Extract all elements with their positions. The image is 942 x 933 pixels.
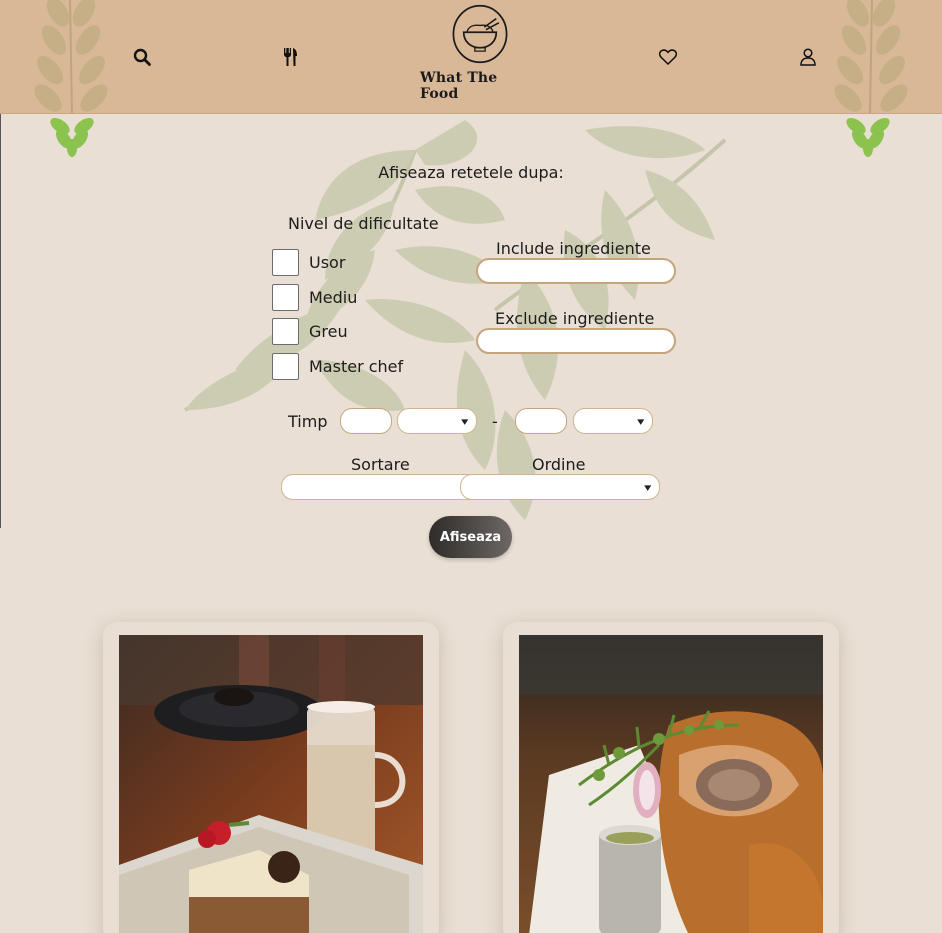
include-ingredients-label: Include ingrediente [496, 239, 651, 258]
difficulty-option-greu[interactable]: Greu [272, 317, 348, 345]
bowl-logo-icon [452, 4, 508, 64]
green-leaf-decoration [50, 118, 94, 157]
recipe-photo-roast [519, 635, 823, 933]
filter-title: Afiseaza retetele dupa: [378, 163, 564, 182]
difficulty-option-mediu[interactable]: Mediu [272, 283, 357, 311]
time-range-separator: - [492, 412, 498, 431]
time-max-unit-select[interactable]: ▾ [573, 408, 653, 434]
brand-logo[interactable]: What The Food [420, 4, 540, 102]
heart-icon[interactable] [656, 45, 680, 69]
time-min-unit-select[interactable]: ▾ [397, 408, 477, 434]
checkbox-usor[interactable] [272, 248, 299, 276]
search-icon[interactable] [130, 45, 154, 69]
checkbox-mediu[interactable] [272, 283, 299, 311]
utensils-icon[interactable] [278, 45, 302, 69]
leaf-decoration [34, 0, 108, 113]
time-min-input[interactable] [340, 408, 392, 434]
site-header: What The Food [0, 0, 942, 114]
difficulty-option-master-chef[interactable]: Master chef [272, 352, 403, 380]
time-max-input[interactable] [515, 408, 567, 434]
checkbox-greu[interactable] [272, 317, 299, 345]
sort-select[interactable] [281, 474, 481, 500]
exclude-ingredients-label: Exclude ingrediente [495, 309, 655, 328]
include-ingredients-input[interactable] [476, 258, 676, 284]
checkbox-master-chef[interactable] [272, 352, 299, 380]
time-label: Timp [288, 412, 328, 431]
show-recipes-button[interactable]: Afiseaza [429, 516, 512, 558]
difficulty-option-usor[interactable]: Usor [272, 248, 345, 276]
exclude-ingredients-input[interactable] [476, 328, 676, 354]
recipe-photo-dessert [119, 635, 423, 933]
user-icon[interactable] [796, 45, 820, 69]
sort-label: Sortare [351, 455, 410, 474]
order-label: Ordine [532, 455, 586, 474]
recipe-card[interactable] [503, 622, 839, 933]
recipe-card[interactable] [103, 622, 439, 933]
order-select[interactable]: ▾ [460, 474, 660, 500]
brand-name: What The Food [420, 70, 498, 102]
difficulty-label: Nivel de dificultate [288, 214, 439, 233]
green-leaf-decoration [846, 118, 890, 157]
leaf-decoration [834, 0, 908, 113]
